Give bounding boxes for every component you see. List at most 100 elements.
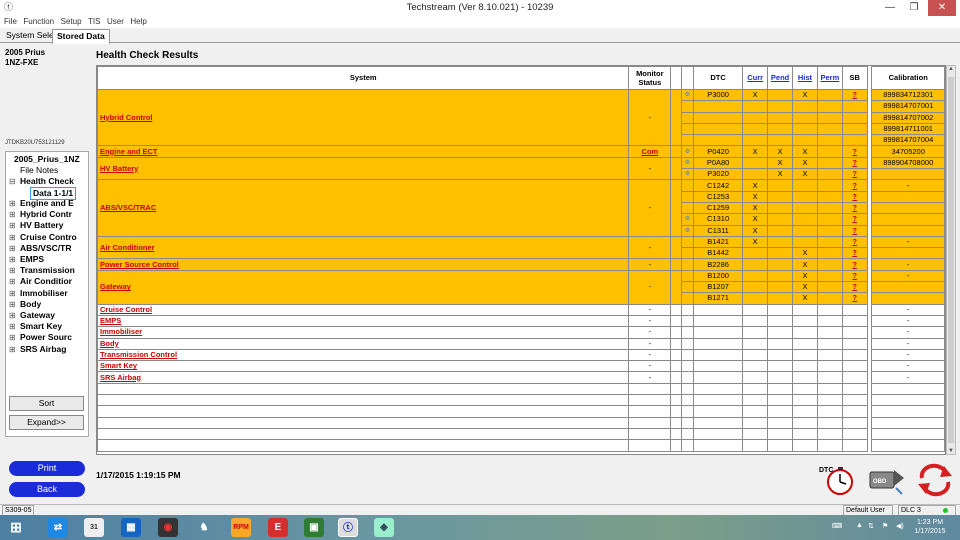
tree-item[interactable]: HV Battery [20,220,63,231]
flag-icon[interactable]: ⚑ [882,522,888,530]
rpm-app-icon[interactable]: RPM [231,518,251,537]
tree-root[interactable]: 2005_Prius_1NZ [14,154,80,165]
clock[interactable]: 1:23 PM 1/17/2015 [905,518,955,536]
sb-link[interactable]: ? [841,190,868,203]
system-link[interactable]: SRS Airbag [97,371,630,384]
other-app-icon[interactable]: ◈ [374,518,394,537]
tree-item[interactable]: Air Conditior [20,276,72,287]
header-curr[interactable]: Curr [742,66,769,90]
expand-icon[interactable]: ⊞ [9,332,16,343]
expand-icon[interactable]: ⊞ [9,321,16,332]
menu-tis[interactable]: TIS [88,16,100,28]
scroll-thumb[interactable] [948,77,954,443]
system-link[interactable]: Immobiliser [97,326,630,339]
expand-icon[interactable]: ⊞ [9,254,16,265]
freeze-frame-icon[interactable]: ⚙ [680,168,694,181]
close-button[interactable]: ✕ [928,0,956,16]
tree-item[interactable]: Gateway [20,310,55,321]
dtc-timer-icon[interactable]: DTC [816,460,858,498]
obd-connector-icon[interactable]: OBD [866,460,908,498]
network-app-icon[interactable]: ▦ [121,518,141,537]
windows-start-icon[interactable]: ⊞ [6,518,26,537]
tree-item[interactable]: Cruise Contro [20,232,77,243]
freeze-frame-icon[interactable]: ⚙ [680,156,694,170]
maximize-button[interactable]: ❐ [902,0,926,16]
expand-icon[interactable]: ⊞ [9,299,16,310]
sb-link[interactable]: ? [841,258,868,271]
e-app-icon[interactable]: E [268,518,288,537]
scroll-down-icon[interactable]: ▼ [947,448,955,454]
sb-link[interactable]: ? [841,235,868,249]
sb-link[interactable]: ? [841,145,868,158]
sb-link[interactable]: ? [841,201,868,215]
back-button[interactable]: Back [9,482,85,497]
freeze-frame-icon[interactable]: ⚙ [680,145,694,158]
horse-app-icon[interactable]: ♞ [194,518,214,537]
data-tree[interactable]: 2005_Prius_1NZ File Notes ⊟ Health Check… [5,151,89,437]
sb-link[interactable]: ? [841,224,868,237]
collapse-icon[interactable]: ⊟ [9,176,16,187]
header-pend[interactable]: Pend [767,66,794,90]
expand-icon[interactable]: ⊞ [9,344,16,355]
scan-app-icon[interactable]: ◉ [158,518,178,537]
sb-link[interactable]: ? [841,269,868,283]
menu-file[interactable]: File [4,16,17,28]
teamviewer-icon[interactable]: ⇄ [48,518,68,537]
monitor-status[interactable]: Com [628,145,672,158]
expand-icon[interactable]: ⊞ [9,288,16,299]
sb-link[interactable]: ? [841,213,868,226]
system-link[interactable]: Power Source Control [97,258,630,271]
tray-arrow-icon[interactable]: ▲ [856,522,863,529]
system-link[interactable]: Engine and ECT [97,145,630,158]
system-link[interactable]: Gateway [97,269,630,305]
tab-stored-data[interactable]: Stored Data [52,29,110,44]
expand-button[interactable]: Expand>> [9,415,84,430]
sb-link[interactable]: ? [841,156,868,170]
system-link[interactable]: ABS/VSC/TRAC [97,179,630,237]
sort-button[interactable]: Sort [9,396,84,411]
network-icon[interactable]: ⇅ [868,522,874,530]
sb-link[interactable]: ? [841,179,868,192]
tree-item[interactable]: Immobiliser [20,288,68,299]
refresh-icon[interactable] [914,460,956,498]
keyboard-icon[interactable]: ⌨ [832,522,842,530]
techstream-taskbar-icon[interactable]: ⓣ [338,518,358,537]
tree-item[interactable]: Transmission [20,265,75,276]
monitor-app-icon[interactable]: ▣ [304,518,324,537]
menu-function[interactable]: Function [23,16,54,28]
system-link[interactable]: Air Conditioner [97,235,630,260]
sb-link[interactable]: ? [841,88,868,102]
header-hist[interactable]: Hist [792,66,818,90]
tree-item[interactable]: Power Sourc [20,332,72,343]
expand-icon[interactable]: ⊞ [9,232,16,243]
volume-icon[interactable]: ◀) [896,522,904,530]
tree-health-check[interactable]: Health Check [20,176,74,187]
sb-link[interactable]: ? [841,292,868,305]
tree-item[interactable]: Body [20,299,41,310]
expand-icon[interactable]: ⊞ [9,209,16,220]
expand-icon[interactable]: ⊞ [9,198,16,209]
menu-help[interactable]: Help [130,16,146,28]
system-link[interactable]: Smart Key [97,360,630,373]
system-link[interactable]: Cruise Control [97,303,630,316]
freeze-frame-icon[interactable]: ⚙ [680,213,694,226]
freeze-frame-icon[interactable]: ⚙ [680,88,694,102]
calendar-icon[interactable]: 31 [84,518,104,537]
tree-item[interactable]: Smart Key [20,321,62,332]
expand-icon[interactable]: ⊞ [9,265,16,276]
sb-link[interactable]: ? [841,168,868,181]
expand-icon[interactable]: ⊞ [9,220,16,231]
system-link[interactable]: Transmission Control [97,348,630,362]
system-link[interactable]: Hybrid Control [97,88,630,147]
tree-item[interactable]: EMPS [20,254,44,265]
vertical-scrollbar[interactable]: ▲ ▼ [946,65,956,455]
sb-link[interactable]: ? [841,281,868,294]
system-link[interactable]: Body [97,337,630,350]
minimize-button[interactable]: — [878,0,902,16]
tree-file-notes[interactable]: File Notes [20,165,58,176]
tree-item[interactable]: SRS Airbag [20,344,66,355]
expand-icon[interactable]: ⊞ [9,243,16,254]
header-perm[interactable]: Perm [816,66,843,90]
tree-item[interactable]: Engine and E [20,198,74,209]
menu-user[interactable]: User [107,16,124,28]
